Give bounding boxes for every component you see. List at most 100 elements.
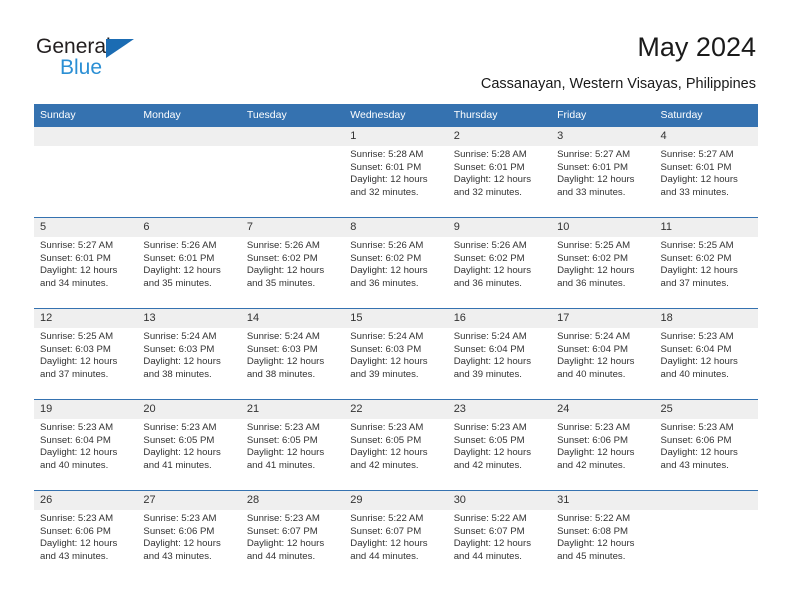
day-number: 2 [447,127,552,146]
day-info-line: and 40 minutes. [557,368,626,380]
day-sun-info: Sunrise: 5:28 AM Sunset: 6:01 PM Daylight:… [344,146,447,199]
day-info-line: Sunrise: 5:23 AM [246,513,320,524]
day-info-line: and 32 minutes. [350,186,419,198]
day-box: 7 Sunrise: 5:26 AM Sunset: 6:02 PM Daylight… [240,218,345,308]
calendar-day-cell[interactable]: 10 Sunrise: 5:25 AM Sunset: 6:02 PM Dayligh… [551,217,655,309]
day-info-line: Sunrise: 5:26 AM [246,240,320,251]
day-box: 19 Sunrise: 5:23 AM Sunset: 6:04 PM Dayligh… [34,400,138,490]
day-box: 10 Sunrise: 5:25 AM Sunset: 6:02 PM Dayligh… [551,218,655,308]
calendar-empty-cell [240,127,345,218]
calendar-day-cell[interactable]: 22 Sunrise: 5:23 AM Sunset: 6:05 PM Dayligh… [344,399,448,491]
day-info-line: Daylight: 12 hours [350,447,428,459]
day-info-line: Sunset: 6:02 PM [453,252,525,264]
calendar-day-cell[interactable]: 18 Sunrise: 5:23 AM Sunset: 6:04 PM Dayligh… [654,308,758,400]
calendar-day-cell[interactable]: 8 Sunrise: 5:26 AM Sunset: 6:02 PM Daylight… [344,217,448,309]
day-info-line: and 37 minutes. [40,368,109,380]
calendar-day-cell[interactable]: 1 Sunrise: 5:28 AM Sunset: 6:01 PM Daylight… [344,127,448,218]
day-number: 14 [240,309,345,328]
calendar-week-row: 12 Sunrise: 5:25 AM Sunset: 6:03 PM Dayligh… [34,308,758,400]
day-number: 5 [34,218,138,237]
day-info-line: Sunrise: 5:26 AM [453,240,527,251]
day-info-line: Sunrise: 5:27 AM [660,149,734,160]
day-info-line: Sunrise: 5:23 AM [246,422,320,433]
calendar-day-cell[interactable]: 23 Sunrise: 5:23 AM Sunset: 6:05 PM Dayligh… [447,399,552,491]
day-info-line: Sunset: 6:06 PM [40,525,111,537]
day-sun-info: Sunrise: 5:23 AM Sunset: 6:05 PM Daylight:… [241,419,344,472]
day-info-line: Daylight: 12 hours [246,538,325,550]
day-sun-info [655,510,758,513]
day-info-line: and 45 minutes. [557,550,626,562]
calendar-day-cell[interactable]: 12 Sunrise: 5:25 AM Sunset: 6:03 PM Dayligh… [34,308,138,400]
day-info-line: Daylight: 12 hours [350,538,428,550]
logo-text-general: General [36,35,111,58]
day-number [240,127,345,146]
day-number: 6 [137,218,241,237]
calendar-day-cell[interactable]: 28 Sunrise: 5:23 AM Sunset: 6:07 PM Dayligh… [240,490,345,581]
day-number: 29 [344,491,448,510]
day-info-line: Daylight: 12 hours [557,174,635,186]
calendar-day-cell[interactable]: 16 Sunrise: 5:24 AM Sunset: 6:04 PM Dayligh… [447,308,552,400]
calendar-day-cell[interactable]: 15 Sunrise: 5:24 AM Sunset: 6:03 PM Dayligh… [344,308,448,400]
day-number [34,127,138,146]
day-number: 7 [240,218,345,237]
calendar-body: 1 Sunrise: 5:28 AM Sunset: 6:01 PM Daylight… [34,127,758,581]
day-info-line: Sunset: 6:07 PM [350,525,422,537]
calendar-day-cell[interactable]: 13 Sunrise: 5:24 AM Sunset: 6:03 PM Dayligh… [137,308,241,400]
calendar-week-row: 19 Sunrise: 5:23 AM Sunset: 6:04 PM Dayligh… [34,399,758,491]
day-number [137,127,241,146]
day-box: 27 Sunrise: 5:23 AM Sunset: 6:06 PM Dayligh… [137,491,241,581]
calendar-day-cell[interactable]: 2 Sunrise: 5:28 AM Sunset: 6:01 PM Daylight… [447,127,552,218]
calendar-day-cell[interactable]: 25 Sunrise: 5:23 AM Sunset: 6:06 PM Dayligh… [654,399,758,491]
calendar-day-cell[interactable]: 29 Sunrise: 5:22 AM Sunset: 6:07 PM Dayligh… [344,490,448,581]
calendar-day-cell[interactable]: 30 Sunrise: 5:22 AM Sunset: 6:07 PM Dayligh… [447,490,552,581]
day-sun-info: Sunrise: 5:23 AM Sunset: 6:06 PM Daylight:… [34,510,137,563]
calendar-day-cell[interactable]: 21 Sunrise: 5:23 AM Sunset: 6:05 PM Dayligh… [240,399,345,491]
day-info-line: Daylight: 12 hours [350,265,428,277]
day-number: 31 [551,491,655,510]
calendar-day-cell[interactable]: 11 Sunrise: 5:25 AM Sunset: 6:02 PM Dayligh… [654,217,758,309]
day-info-line: and 37 minutes. [660,277,729,289]
day-box: 11 Sunrise: 5:25 AM Sunset: 6:02 PM Dayligh… [654,218,758,308]
calendar-day-cell[interactable]: 3 Sunrise: 5:27 AM Sunset: 6:01 PM Daylight… [551,127,655,218]
day-info-line: and 39 minutes. [453,368,522,380]
calendar-day-cell[interactable]: 14 Sunrise: 5:24 AM Sunset: 6:03 PM Dayligh… [240,308,345,400]
calendar-day-cell[interactable]: 6 Sunrise: 5:26 AM Sunset: 6:01 PM Daylight… [137,217,241,309]
day-sun-info: Sunrise: 5:23 AM Sunset: 6:05 PM Daylight:… [137,419,240,472]
calendar-day-cell[interactable]: 27 Sunrise: 5:23 AM Sunset: 6:06 PM Dayligh… [137,490,241,581]
calendar-day-cell[interactable]: 19 Sunrise: 5:23 AM Sunset: 6:04 PM Dayligh… [34,399,138,491]
calendar-day-cell[interactable]: 24 Sunrise: 5:23 AM Sunset: 6:06 PM Dayligh… [551,399,655,491]
calendar-page: General Blue May 2024 Cassanayan, Wester… [0,0,792,612]
day-info-line: Sunset: 6:01 PM [453,161,525,173]
day-info-line: Sunrise: 5:25 AM [40,331,114,342]
day-info-line: Sunrise: 5:23 AM [40,513,114,524]
calendar-day-cell[interactable]: 17 Sunrise: 5:24 AM Sunset: 6:04 PM Dayligh… [551,308,655,400]
day-info-line: Daylight: 12 hours [350,356,428,368]
calendar-day-cell[interactable]: 5 Sunrise: 5:27 AM Sunset: 6:01 PM Daylight… [34,217,138,309]
day-info-line: Sunrise: 5:26 AM [143,240,217,251]
day-sun-info: Sunrise: 5:25 AM Sunset: 6:02 PM Daylight:… [655,237,758,290]
calendar-grid: Sunday Monday Tuesday Wednesday Thursday Frid… [34,104,758,581]
day-number: 19 [34,400,138,419]
day-sun-info: Sunrise: 5:22 AM Sunset: 6:07 PM Daylight:… [344,510,447,563]
calendar-day-cell[interactable]: 4 Sunrise: 5:27 AM Sunset: 6:01 PM Daylight… [654,127,758,218]
calendar-day-cell[interactable]: 26 Sunrise: 5:23 AM Sunset: 6:06 PM Dayligh… [34,490,138,581]
day-info-line: and 44 minutes. [246,550,316,562]
day-sun-info: Sunrise: 5:23 AM Sunset: 6:07 PM Daylight:… [241,510,344,563]
calendar-day-cell[interactable]: 20 Sunrise: 5:23 AM Sunset: 6:05 PM Dayligh… [137,399,241,491]
day-box [654,491,758,581]
calendar-day-cell[interactable]: 31 Sunrise: 5:22 AM Sunset: 6:08 PM Dayligh… [551,490,655,581]
day-info-line: Sunset: 6:04 PM [40,434,111,446]
calendar-table: Sunday Monday Tuesday Wednesday Thursday Frid… [34,104,758,581]
calendar-day-cell[interactable]: 9 Sunrise: 5:26 AM Sunset: 6:02 PM Daylight… [447,217,552,309]
day-box: 1 Sunrise: 5:28 AM Sunset: 6:01 PM Daylight… [344,127,448,217]
day-box: 12 Sunrise: 5:25 AM Sunset: 6:03 PM Dayligh… [34,309,138,399]
calendar-week-row: 1 Sunrise: 5:28 AM Sunset: 6:01 PM Daylight… [34,127,758,218]
calendar-day-cell[interactable]: 7 Sunrise: 5:26 AM Sunset: 6:02 PM Daylight… [240,217,345,309]
day-info-line: Sunrise: 5:22 AM [350,513,424,524]
day-number: 11 [654,218,758,237]
day-sun-info: Sunrise: 5:24 AM Sunset: 6:03 PM Daylight:… [137,328,240,381]
day-info-line: Sunset: 6:02 PM [246,252,318,264]
calendar-empty-cell [137,127,241,218]
day-box: 24 Sunrise: 5:23 AM Sunset: 6:06 PM Dayligh… [551,400,655,490]
day-sun-info: Sunrise: 5:25 AM Sunset: 6:03 PM Daylight:… [34,328,137,381]
